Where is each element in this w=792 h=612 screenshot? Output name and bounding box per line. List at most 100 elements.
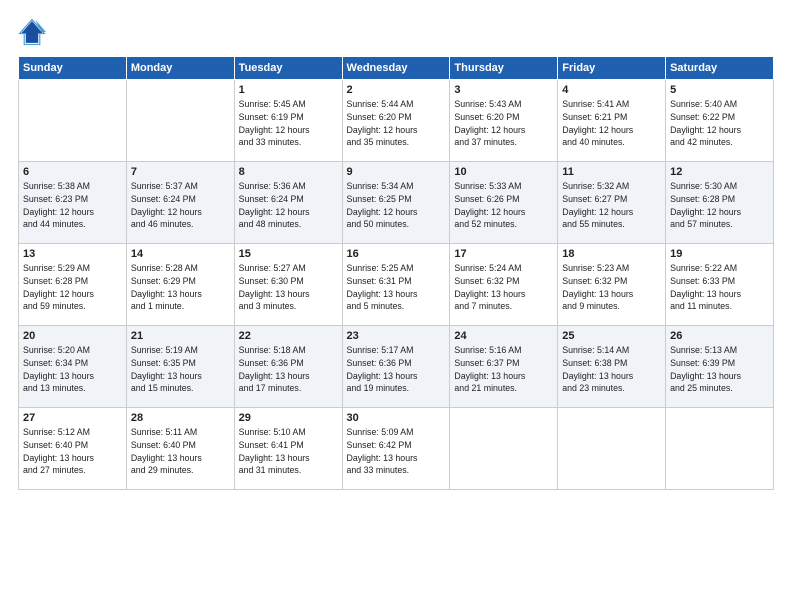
day-info: Sunrise: 5:27 AM Sunset: 6:30 PM Dayligh… bbox=[239, 262, 338, 313]
day-number: 16 bbox=[347, 248, 446, 260]
weekday-header: Thursday bbox=[450, 57, 558, 80]
calendar-cell: 4 Sunrise: 5:41 AM Sunset: 6:21 PM Daylig… bbox=[558, 80, 666, 162]
day-info: Sunrise: 5:18 AM Sunset: 6:36 PM Dayligh… bbox=[239, 344, 338, 395]
day-number: 14 bbox=[131, 248, 230, 260]
day-info: Sunrise: 5:19 AM Sunset: 6:35 PM Dayligh… bbox=[131, 344, 230, 395]
day-number: 3 bbox=[454, 84, 553, 96]
day-info: Sunrise: 5:22 AM Sunset: 6:33 PM Dayligh… bbox=[670, 262, 769, 313]
day-info: Sunrise: 5:33 AM Sunset: 6:26 PM Dayligh… bbox=[454, 180, 553, 231]
weekday-header: Wednesday bbox=[342, 57, 450, 80]
day-info: Sunrise: 5:30 AM Sunset: 6:28 PM Dayligh… bbox=[670, 180, 769, 231]
calendar-cell bbox=[19, 80, 127, 162]
day-number: 8 bbox=[239, 166, 338, 178]
day-info: Sunrise: 5:40 AM Sunset: 6:22 PM Dayligh… bbox=[670, 98, 769, 149]
day-info: Sunrise: 5:38 AM Sunset: 6:23 PM Dayligh… bbox=[23, 180, 122, 231]
day-number: 27 bbox=[23, 412, 122, 424]
header bbox=[18, 18, 774, 46]
day-number: 9 bbox=[347, 166, 446, 178]
calendar-cell: 24 Sunrise: 5:16 AM Sunset: 6:37 PM Dayli… bbox=[450, 326, 558, 408]
calendar-cell bbox=[558, 408, 666, 490]
day-number: 30 bbox=[347, 412, 446, 424]
day-info: Sunrise: 5:23 AM Sunset: 6:32 PM Dayligh… bbox=[562, 262, 661, 313]
day-info: Sunrise: 5:44 AM Sunset: 6:20 PM Dayligh… bbox=[347, 98, 446, 149]
day-info: Sunrise: 5:34 AM Sunset: 6:25 PM Dayligh… bbox=[347, 180, 446, 231]
calendar-cell: 16 Sunrise: 5:25 AM Sunset: 6:31 PM Dayli… bbox=[342, 244, 450, 326]
day-number: 12 bbox=[670, 166, 769, 178]
day-info: Sunrise: 5:41 AM Sunset: 6:21 PM Dayligh… bbox=[562, 98, 661, 149]
calendar-week-row: 6 Sunrise: 5:38 AM Sunset: 6:23 PM Daylig… bbox=[19, 162, 774, 244]
day-info: Sunrise: 5:14 AM Sunset: 6:38 PM Dayligh… bbox=[562, 344, 661, 395]
calendar-cell: 23 Sunrise: 5:17 AM Sunset: 6:36 PM Dayli… bbox=[342, 326, 450, 408]
day-info: Sunrise: 5:25 AM Sunset: 6:31 PM Dayligh… bbox=[347, 262, 446, 313]
calendar-week-row: 13 Sunrise: 5:29 AM Sunset: 6:28 PM Dayli… bbox=[19, 244, 774, 326]
day-number: 21 bbox=[131, 330, 230, 342]
calendar-cell bbox=[666, 408, 774, 490]
day-info: Sunrise: 5:32 AM Sunset: 6:27 PM Dayligh… bbox=[562, 180, 661, 231]
calendar-cell: 2 Sunrise: 5:44 AM Sunset: 6:20 PM Daylig… bbox=[342, 80, 450, 162]
calendar-cell: 26Sunrise: 5:13 AM Sunset: 6:39 PM Dayli… bbox=[666, 326, 774, 408]
day-number: 11 bbox=[562, 166, 661, 178]
day-info: Sunrise: 5:24 AM Sunset: 6:32 PM Dayligh… bbox=[454, 262, 553, 313]
calendar-cell: 14 Sunrise: 5:28 AM Sunset: 6:29 PM Dayli… bbox=[126, 244, 234, 326]
day-number: 1 bbox=[239, 84, 338, 96]
calendar-cell: 22 Sunrise: 5:18 AM Sunset: 6:36 PM Dayli… bbox=[234, 326, 342, 408]
calendar-header-row: SundayMondayTuesdayWednesdayThursdayFrid… bbox=[19, 57, 774, 80]
calendar-cell: 3 Sunrise: 5:43 AM Sunset: 6:20 PM Daylig… bbox=[450, 80, 558, 162]
day-info: Sunrise: 5:20 AM Sunset: 6:34 PM Dayligh… bbox=[23, 344, 122, 395]
calendar-cell: 18 Sunrise: 5:23 AM Sunset: 6:32 PM Dayli… bbox=[558, 244, 666, 326]
day-info: Sunrise: 5:37 AM Sunset: 6:24 PM Dayligh… bbox=[131, 180, 230, 231]
day-number: 17 bbox=[454, 248, 553, 260]
day-number: 22 bbox=[239, 330, 338, 342]
calendar-cell bbox=[126, 80, 234, 162]
calendar-week-row: 27 Sunrise: 5:12 AM Sunset: 6:40 PM Dayli… bbox=[19, 408, 774, 490]
day-info: Sunrise: 5:12 AM Sunset: 6:40 PM Dayligh… bbox=[23, 426, 122, 477]
calendar-cell: 6 Sunrise: 5:38 AM Sunset: 6:23 PM Daylig… bbox=[19, 162, 127, 244]
day-number: 7 bbox=[131, 166, 230, 178]
day-info: Sunrise: 5:28 AM Sunset: 6:29 PM Dayligh… bbox=[131, 262, 230, 313]
calendar-cell: 10 Sunrise: 5:33 AM Sunset: 6:26 PM Dayli… bbox=[450, 162, 558, 244]
calendar-cell: 28Sunrise: 5:11 AM Sunset: 6:40 PM Dayli… bbox=[126, 408, 234, 490]
calendar-week-row: 1Sunrise: 5:45 AM Sunset: 6:19 PM Daylig… bbox=[19, 80, 774, 162]
day-number: 4 bbox=[562, 84, 661, 96]
day-number: 6 bbox=[23, 166, 122, 178]
day-info: Sunrise: 5:29 AM Sunset: 6:28 PM Dayligh… bbox=[23, 262, 122, 313]
day-number: 10 bbox=[454, 166, 553, 178]
calendar-cell: 15 Sunrise: 5:27 AM Sunset: 6:30 PM Dayli… bbox=[234, 244, 342, 326]
calendar-cell: 19Sunrise: 5:22 AM Sunset: 6:33 PM Dayli… bbox=[666, 244, 774, 326]
calendar-cell: 5 Sunrise: 5:40 AM Sunset: 6:22 PM Daylig… bbox=[666, 80, 774, 162]
calendar-cell bbox=[450, 408, 558, 490]
logo bbox=[18, 18, 50, 46]
calendar-cell: 7 Sunrise: 5:37 AM Sunset: 6:24 PM Daylig… bbox=[126, 162, 234, 244]
calendar-cell: 13 Sunrise: 5:29 AM Sunset: 6:28 PM Dayli… bbox=[19, 244, 127, 326]
calendar-cell: 30 Sunrise: 5:09 AM Sunset: 6:42 PM Dayli… bbox=[342, 408, 450, 490]
day-info: Sunrise: 5:10 AM Sunset: 6:41 PM Dayligh… bbox=[239, 426, 338, 477]
day-info: Sunrise: 5:36 AM Sunset: 6:24 PM Dayligh… bbox=[239, 180, 338, 231]
calendar-cell: 9 Sunrise: 5:34 AM Sunset: 6:25 PM Daylig… bbox=[342, 162, 450, 244]
day-number: 29 bbox=[239, 412, 338, 424]
day-info: Sunrise: 5:16 AM Sunset: 6:37 PM Dayligh… bbox=[454, 344, 553, 395]
day-number: 2 bbox=[347, 84, 446, 96]
weekday-header: Saturday bbox=[666, 57, 774, 80]
calendar-cell: 12 Sunrise: 5:30 AM Sunset: 6:28 PM Dayli… bbox=[666, 162, 774, 244]
day-number: 15 bbox=[239, 248, 338, 260]
day-number: 25 bbox=[562, 330, 661, 342]
day-number: 5 bbox=[670, 84, 769, 96]
calendar-cell: 17 Sunrise: 5:24 AM Sunset: 6:32 PM Dayli… bbox=[450, 244, 558, 326]
calendar-cell: 1Sunrise: 5:45 AM Sunset: 6:19 PM Daylig… bbox=[234, 80, 342, 162]
calendar-cell: 21 Sunrise: 5:19 AM Sunset: 6:35 PM Dayli… bbox=[126, 326, 234, 408]
day-info: Sunrise: 5:43 AM Sunset: 6:20 PM Dayligh… bbox=[454, 98, 553, 149]
day-number: 13 bbox=[23, 248, 122, 260]
logo-icon bbox=[18, 18, 46, 46]
day-info: Sunrise: 5:09 AM Sunset: 6:42 PM Dayligh… bbox=[347, 426, 446, 477]
day-info: Sunrise: 5:13 AM Sunset: 6:39 PM Dayligh… bbox=[670, 344, 769, 395]
page: SundayMondayTuesdayWednesdayThursdayFrid… bbox=[0, 0, 792, 612]
weekday-header: Tuesday bbox=[234, 57, 342, 80]
day-number: 23 bbox=[347, 330, 446, 342]
day-info: Sunrise: 5:11 AM Sunset: 6:40 PM Dayligh… bbox=[131, 426, 230, 477]
calendar: SundayMondayTuesdayWednesdayThursdayFrid… bbox=[18, 56, 774, 490]
day-info: Sunrise: 5:17 AM Sunset: 6:36 PM Dayligh… bbox=[347, 344, 446, 395]
calendar-cell: 11 Sunrise: 5:32 AM Sunset: 6:27 PM Dayli… bbox=[558, 162, 666, 244]
calendar-cell: 27 Sunrise: 5:12 AM Sunset: 6:40 PM Dayli… bbox=[19, 408, 127, 490]
day-number: 18 bbox=[562, 248, 661, 260]
day-number: 24 bbox=[454, 330, 553, 342]
